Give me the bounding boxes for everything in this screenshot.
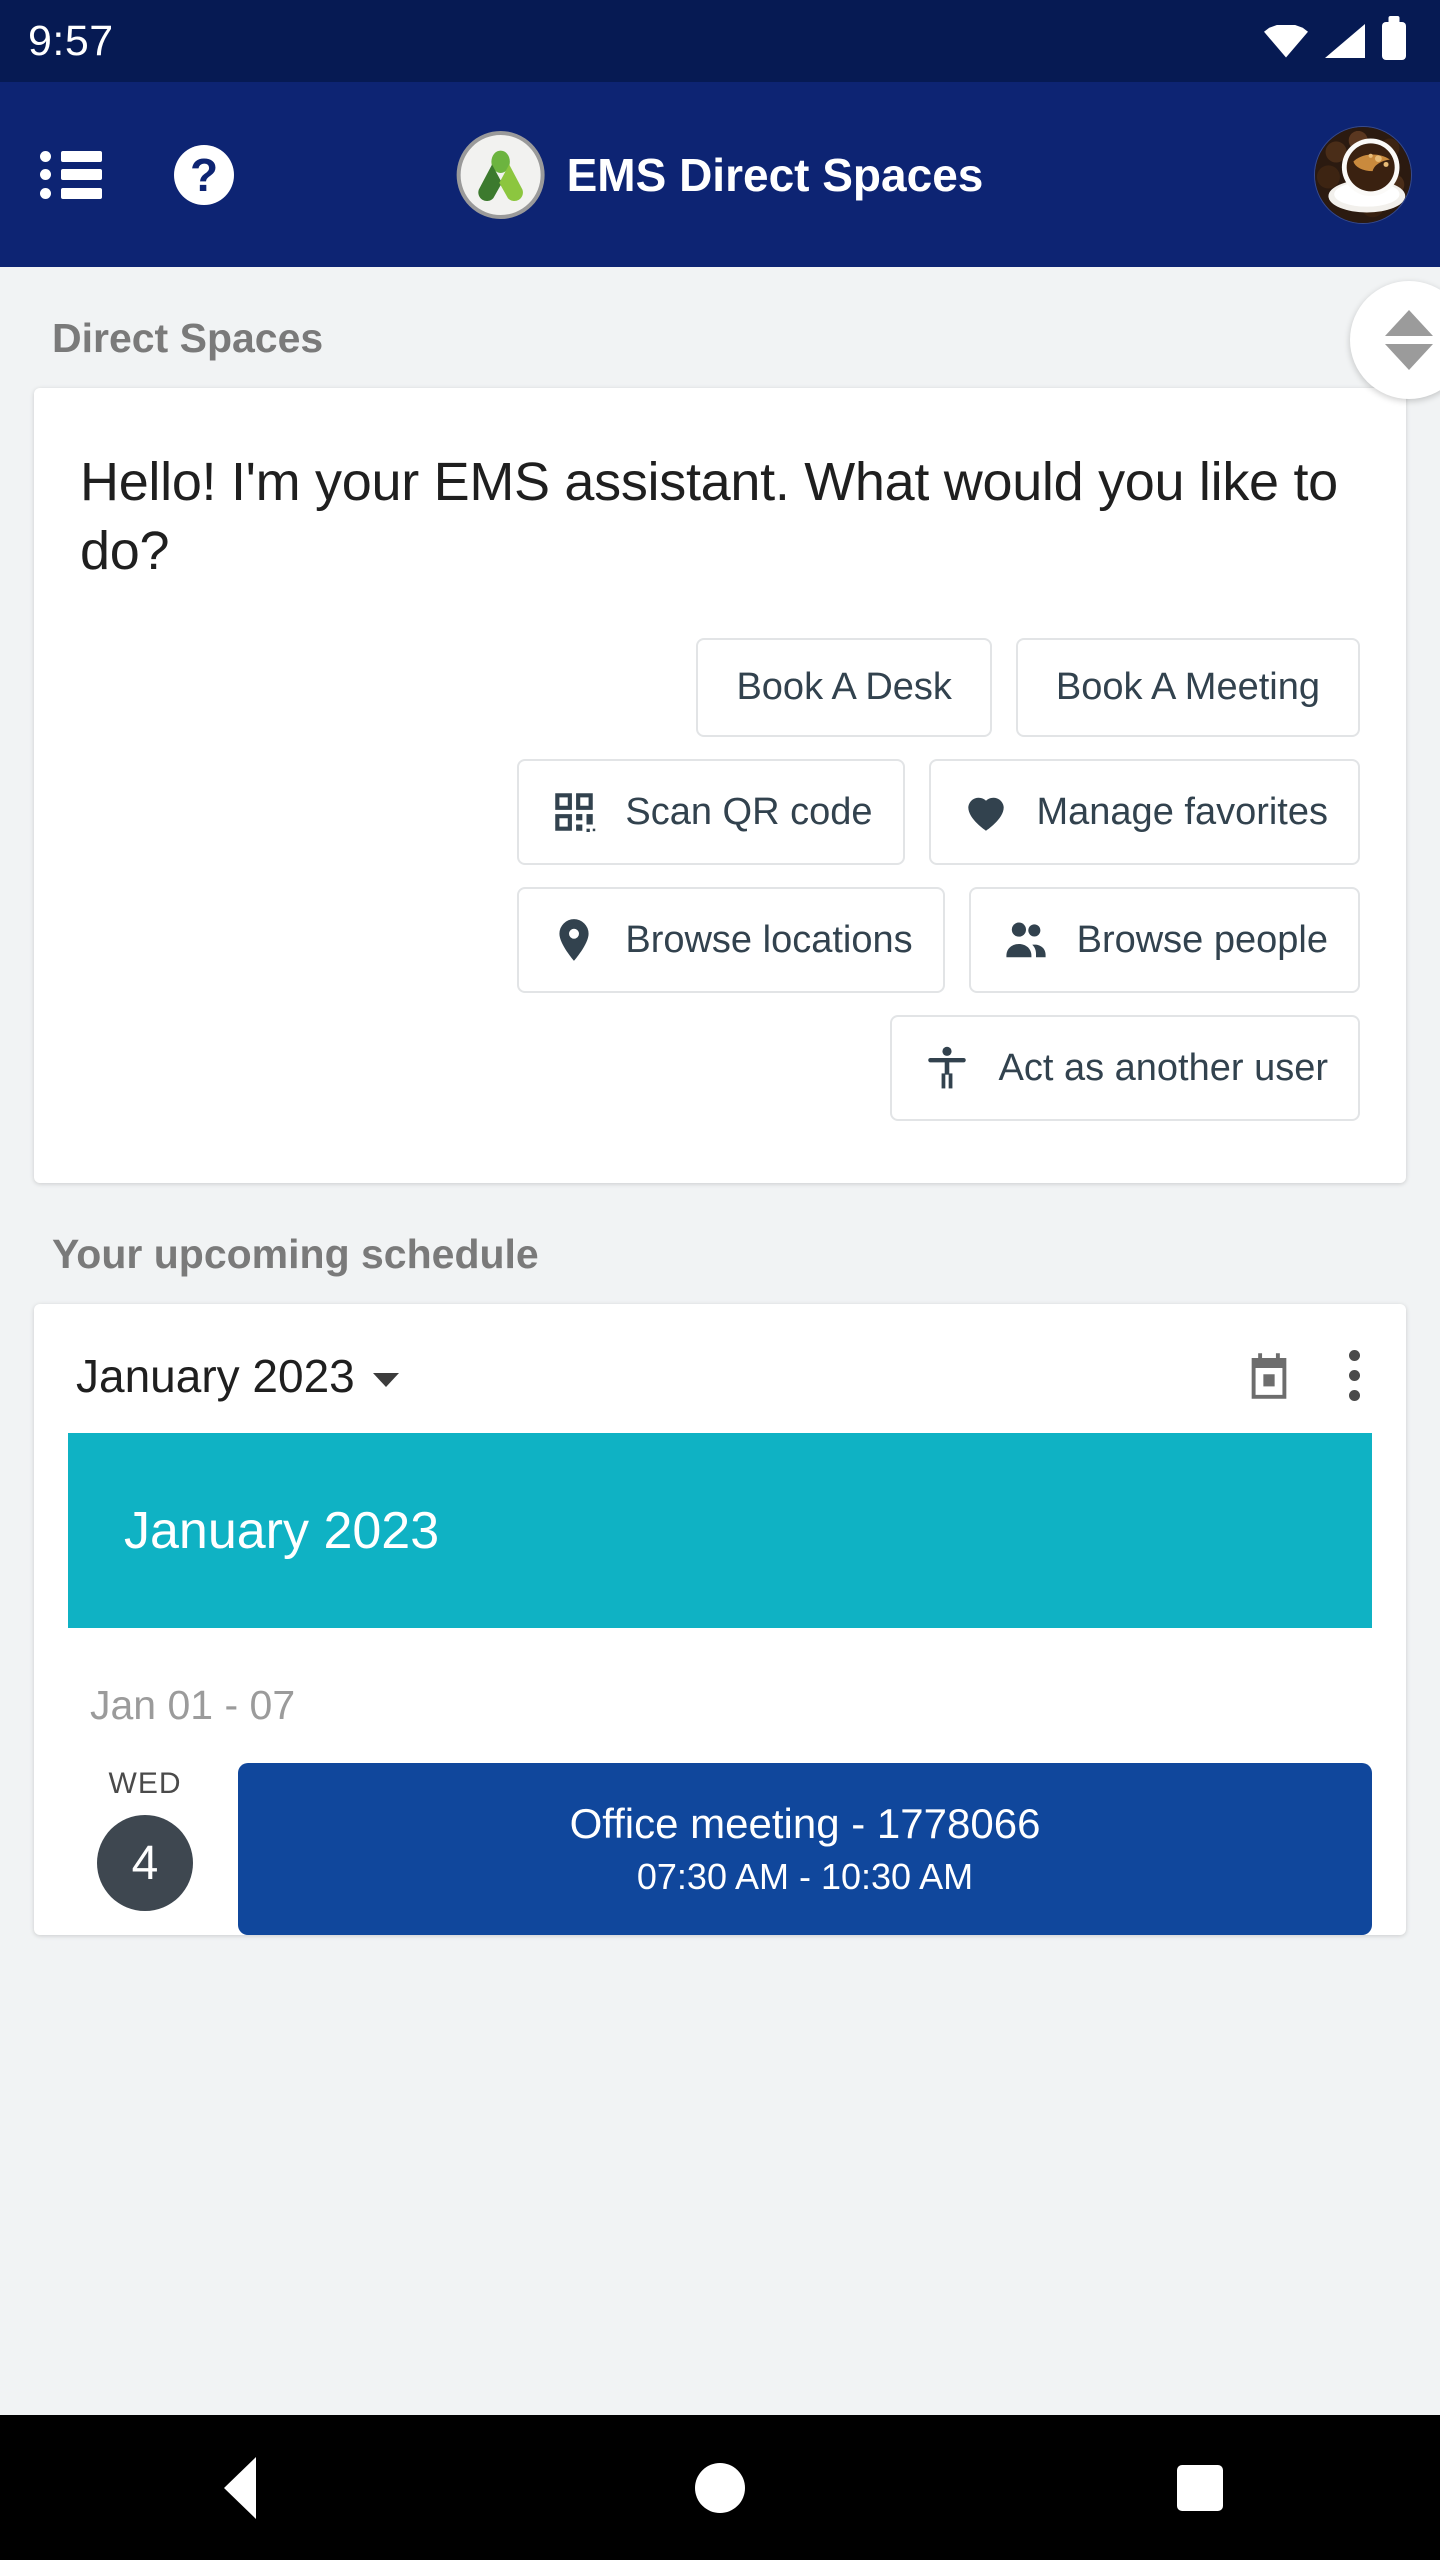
content-scroll-area[interactable]: Direct Spaces Hello! I'm your EMS assist… bbox=[0, 267, 1440, 2415]
week-range-label: Jan 01 - 07 bbox=[90, 1682, 296, 1729]
kebab-menu-icon[interactable] bbox=[1343, 1344, 1366, 1407]
month-banner: January 2023 bbox=[68, 1433, 1372, 1629]
assistant-card: Hello! I'm your EMS assistant. What woul… bbox=[34, 388, 1406, 1184]
action-row: Act as another user bbox=[80, 1015, 1360, 1122]
heart-icon bbox=[961, 787, 1011, 837]
book-a-desk-button[interactable]: Book A Desk bbox=[696, 638, 992, 738]
action-row: Book A Desk Book A Meeting bbox=[80, 638, 1360, 738]
action-row: Browse locations Browse people bbox=[80, 887, 1360, 994]
event-time: 07:30 AM - 10:30 AM bbox=[636, 1856, 974, 1898]
browse-locations-button[interactable]: Browse locations bbox=[517, 887, 945, 994]
book-a-meeting-button[interactable]: Book A Meeting bbox=[1015, 638, 1360, 738]
event-title: Office meeting - 1778066 bbox=[569, 1800, 1041, 1848]
action-label: Manage favorites bbox=[1036, 790, 1329, 833]
android-navigation-bar bbox=[0, 2415, 1440, 2560]
event-card[interactable]: Office meeting - 1778066 07:30 AM - 10:3… bbox=[238, 1763, 1372, 1936]
status-bar: 9:57 bbox=[0, 0, 1440, 82]
people-icon bbox=[1001, 915, 1051, 965]
action-label: Act as another user bbox=[998, 1046, 1328, 1089]
back-triangle-icon bbox=[224, 2456, 256, 2519]
recents-button[interactable] bbox=[1120, 2464, 1280, 2511]
assistant-greeting: Hello! I'm your EMS assistant. What woul… bbox=[80, 452, 1338, 582]
schedule-section-title: Your upcoming schedule bbox=[52, 1231, 539, 1278]
ems-leaf-logo-icon bbox=[456, 130, 545, 219]
schedule-card: January 2023 January 2023 Jan 01 - 07 WE… bbox=[34, 1304, 1406, 1936]
schedule-event-row: WED 4 Office meeting - 1778066 07:30 AM … bbox=[34, 1763, 1406, 1936]
help-circle-icon[interactable]: ? bbox=[174, 144, 234, 205]
month-selector[interactable]: January 2023 bbox=[76, 1349, 399, 1403]
user-avatar-coffee-image[interactable] bbox=[1314, 125, 1412, 224]
list-menu-icon[interactable] bbox=[40, 150, 102, 199]
scan-qr-code-button[interactable]: Scan QR code bbox=[517, 759, 905, 866]
event-day-number: 4 bbox=[97, 1815, 193, 1912]
event-day-column: WED 4 bbox=[80, 1763, 210, 1912]
phone-screen: 9:57 ? EMS Direct Spaces Direct Spaces H… bbox=[0, 0, 1440, 2560]
schedule-actions bbox=[1243, 1344, 1366, 1407]
recents-square-icon bbox=[1177, 2464, 1223, 2511]
brand: EMS Direct Spaces bbox=[456, 130, 984, 219]
action-label: Browse people bbox=[1076, 918, 1328, 961]
scroll-up-arrow-icon bbox=[1385, 310, 1433, 336]
month-selector-label: January 2023 bbox=[76, 1349, 355, 1402]
browse-people-button[interactable]: Browse people bbox=[968, 887, 1360, 994]
app-title: EMS Direct Spaces bbox=[566, 148, 984, 201]
home-button[interactable] bbox=[640, 2462, 800, 2513]
schedule-header: January 2023 bbox=[34, 1304, 1406, 1433]
page-title: Direct Spaces bbox=[52, 315, 324, 361]
status-bar-icons bbox=[1264, 22, 1406, 60]
act-as-another-user-button[interactable]: Act as another user bbox=[890, 1015, 1360, 1122]
map-pin-icon bbox=[549, 915, 599, 965]
wifi-icon bbox=[1264, 24, 1308, 58]
action-label: Book A Desk bbox=[736, 666, 952, 709]
qr-code-icon bbox=[549, 787, 599, 837]
action-row: Scan QR code Manage favorites bbox=[80, 759, 1360, 866]
app-bar: ? EMS Direct Spaces bbox=[0, 82, 1440, 267]
chevron-down-icon bbox=[372, 1372, 399, 1387]
battery-full-icon bbox=[1382, 22, 1406, 60]
event-day-name: WED bbox=[108, 1767, 182, 1801]
calendar-icon[interactable] bbox=[1243, 1349, 1295, 1403]
home-circle-icon bbox=[695, 2462, 745, 2513]
action-label: Book A Meeting bbox=[1055, 666, 1320, 709]
scroll-down-arrow-icon bbox=[1385, 344, 1433, 370]
assistant-action-list: Book A Desk Book A Meeting Scan QR code … bbox=[80, 638, 1360, 1122]
cellular-signal-icon bbox=[1325, 24, 1365, 58]
action-label: Browse locations bbox=[625, 918, 913, 961]
action-label: Scan QR code bbox=[625, 790, 873, 833]
accessibility-person-icon bbox=[922, 1043, 972, 1093]
month-banner-label: January 2023 bbox=[124, 1501, 440, 1560]
manage-favorites-button[interactable]: Manage favorites bbox=[928, 759, 1360, 866]
status-clock: 9:57 bbox=[28, 16, 114, 65]
back-button[interactable] bbox=[160, 2456, 320, 2519]
